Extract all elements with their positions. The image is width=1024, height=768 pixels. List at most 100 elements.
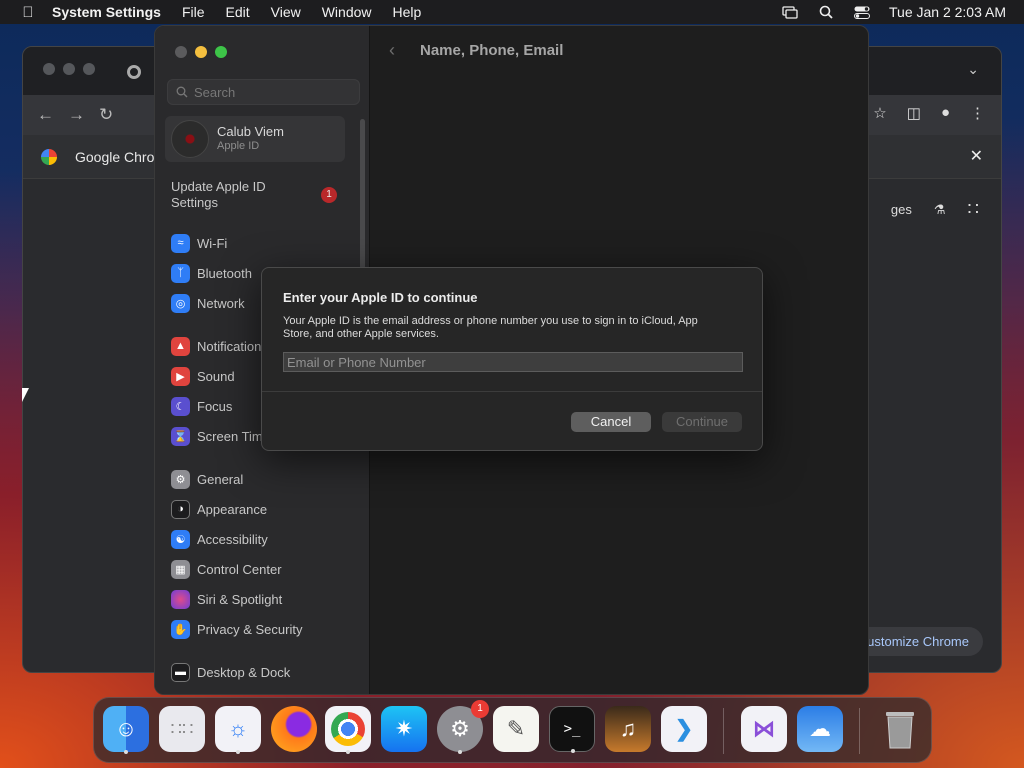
labs-flask-icon[interactable]: ⚗ <box>934 202 946 218</box>
dock-badge: 1 <box>471 700 489 718</box>
more-menu-icon[interactable]: ⋮ <box>970 104 985 122</box>
chrome-icon[interactable] <box>325 706 371 754</box>
bell-icon: ▲ <box>171 336 190 356</box>
back-arrow-icon[interactable]: ← <box>37 105 54 125</box>
safari-icon[interactable]: ☼ <box>215 706 261 754</box>
sidebar-item-bluetooth[interactable]: ᛉ Bluetooth <box>171 262 252 284</box>
apple-id-input[interactable] <box>283 352 743 372</box>
menu-help[interactable]: Help <box>393 4 422 20</box>
window-controls <box>175 46 227 58</box>
running-indicator <box>346 750 350 754</box>
running-indicator <box>124 750 128 754</box>
chrome-logo-icon <box>41 149 57 165</box>
zoom-window-button[interactable] <box>215 46 227 58</box>
dock-icon: ▬ <box>171 662 190 682</box>
sidebar-item-privacy-security[interactable]: ✋ Privacy & Security <box>171 618 302 640</box>
control-center-icon: ▦ <box>171 559 190 579</box>
siri-icon <box>171 589 190 609</box>
sidebar-scrollbar[interactable] <box>360 119 365 269</box>
dialog-description: Your Apple ID is the email address or ph… <box>283 315 698 340</box>
update-apple-id-settings[interactable]: Update Apple ID Settings <box>171 179 301 211</box>
sidebar-item-screen-time[interactable]: ⌛ Screen Time <box>171 425 270 447</box>
control-center-icon[interactable] <box>853 5 871 19</box>
menu-window[interactable]: Window <box>322 4 372 20</box>
menu-app-name[interactable]: System Settings <box>52 4 161 20</box>
customize-chrome-button[interactable]: ustomize Chrome <box>853 627 983 656</box>
menu-file[interactable]: File <box>182 4 205 20</box>
sidebar-item-label: Sound <box>197 368 235 384</box>
dock: ☺ ∷∷ ☼ ✷ ⚙ 1 ✎ >_ ♫ ❯ ⋈ ☁ <box>93 697 932 763</box>
dialog-title: Enter your Apple ID to continue <box>283 290 478 305</box>
minimize-window-button[interactable] <box>195 46 207 58</box>
firefox-icon[interactable] <box>271 706 317 752</box>
sidebar-item-siri-spotlight[interactable]: Siri & Spotlight <box>171 588 282 610</box>
sidebar-item-sound[interactable]: ▶ Sound <box>171 365 235 387</box>
app-store-icon[interactable]: ✷ <box>381 706 427 752</box>
side-panel-icon[interactable]: ◫ <box>907 104 921 122</box>
textedit-icon[interactable]: ✎ <box>493 706 539 752</box>
sidebar-item-label: Notifications <box>197 338 268 354</box>
page-title: Name, Phone, Email <box>420 42 564 59</box>
sidebar-item-accessibility[interactable]: ☯ Accessibility <box>171 528 268 550</box>
profile-icon[interactable]: ● <box>941 104 950 122</box>
close-icon[interactable]: ✕ <box>970 146 983 166</box>
cancel-button[interactable]: Cancel <box>571 412 651 432</box>
guitar-icon[interactable]: ♫ <box>605 706 651 752</box>
sidebar-item-label: Privacy & Security <box>197 621 303 637</box>
account-subtitle: Apple ID <box>217 140 260 152</box>
images-link[interactable]: ges <box>891 202 912 217</box>
sidebar-item-control-center[interactable]: ▦ Control Center <box>171 558 282 580</box>
sidebar-item-notifications[interactable]: ▲ Notifications <box>171 335 268 357</box>
sidebar-item-wifi[interactable]: ≈ Wi-Fi <box>171 232 227 254</box>
sidebar-item-appearance[interactable]: ◑ Appearance <box>171 498 267 520</box>
apps-grid-icon[interactable]: ∷ <box>968 199 979 220</box>
spotlight-search-icon[interactable] <box>817 5 835 19</box>
update-badge: 1 <box>321 187 337 203</box>
bookmark-star-icon[interactable]: ☆ <box>873 104 886 122</box>
forward-arrow-icon[interactable]: → <box>68 105 85 125</box>
moon-icon: ☾ <box>171 396 190 416</box>
sidebar-search-field[interactable]: Search <box>167 79 360 105</box>
search-icon <box>176 86 188 98</box>
sidebar-item-general[interactable]: ⚙ General <box>171 468 243 490</box>
screen-mirroring-icon[interactable] <box>781 5 799 19</box>
sidebar-item-label: Accessibility <box>197 531 268 547</box>
finder-icon[interactable]: ☺ <box>103 706 149 754</box>
account-name: Calub Viem <box>217 124 284 139</box>
running-indicator <box>571 749 575 753</box>
weather-icon[interactable]: ☁ <box>797 706 843 752</box>
menu-view[interactable]: View <box>271 4 301 20</box>
terminal-icon[interactable]: >_ <box>549 706 595 753</box>
continue-button[interactable]: Continue <box>662 412 742 432</box>
sidebar-item-focus[interactable]: ☾ Focus <box>171 395 232 417</box>
sidebar-item-desktop-dock[interactable]: ▬ Desktop & Dock <box>171 661 290 683</box>
chrome-tab-favicon-icon[interactable] <box>127 65 141 79</box>
launchpad-icon[interactable]: ∷∷ <box>159 706 205 752</box>
accessibility-icon: ☯ <box>171 529 190 549</box>
chrome-traffic-lights[interactable] <box>43 63 95 75</box>
sidebar-item-label: Focus <box>197 398 233 414</box>
chevron-down-icon[interactable]: ⌄ <box>967 61 979 78</box>
settings-gear-icon[interactable]: ⚙ 1 <box>437 700 489 754</box>
back-chevron-icon[interactable]: ‹ <box>389 40 395 61</box>
visual-studio-icon[interactable]: ⋈ <box>741 706 787 752</box>
menu-clock[interactable]: Tue Jan 2 2:03 AM <box>889 4 1006 20</box>
hand-icon: ✋ <box>171 619 190 639</box>
menu-edit[interactable]: Edit <box>226 4 250 20</box>
gear-icon: ⚙ <box>171 469 190 489</box>
apple-menu-icon[interactable]:  <box>18 4 38 21</box>
dock-separator <box>859 708 860 754</box>
close-window-button[interactable] <box>175 46 187 58</box>
sidebar-item-label: Control Center <box>197 561 282 577</box>
reload-icon[interactable]: ↻ <box>99 105 113 125</box>
menu-bar:  System Settings File Edit View Window … <box>0 0 1024 24</box>
wifi-icon: ≈ <box>171 233 190 253</box>
hourglass-icon: ⌛ <box>171 426 190 446</box>
sidebar-item-label: Desktop & Dock <box>197 664 291 680</box>
apple-id-account-row[interactable]: Calub Viem Apple ID <box>165 116 345 162</box>
sidebar-item-network[interactable]: ◎ Network <box>171 292 245 314</box>
sidebar-item-label: Network <box>197 295 245 311</box>
sidebar-item-label: Screen Time <box>197 428 270 444</box>
vscode-icon[interactable]: ❯ <box>661 706 707 752</box>
trash-icon[interactable] <box>877 706 923 752</box>
